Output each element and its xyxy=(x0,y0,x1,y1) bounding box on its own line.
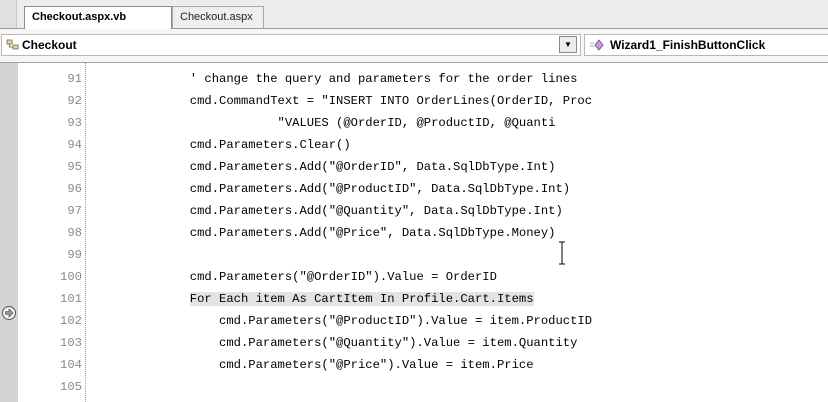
class-selector[interactable]: Checkout xyxy=(1,34,581,56)
line-number: 102 xyxy=(60,314,82,328)
code-text-content: cmd.Parameters("@ProductID").Value = ite… xyxy=(102,314,593,328)
class-name: Checkout xyxy=(22,38,77,52)
method-selector[interactable]: Wizard1_FinishButtonClick xyxy=(584,34,828,56)
code-text: cmd.Parameters.Add("@OrderID", Data.SqlD… xyxy=(102,156,556,178)
line-number: 97 xyxy=(67,204,82,218)
code-text: cmd.Parameters.Clear() xyxy=(102,134,351,156)
code-text-content: cmd.CommandText = "INSERT INTO OrderLine… xyxy=(102,94,593,108)
code-text: cmd.Parameters("@ProductID").Value = ite… xyxy=(102,310,592,332)
code-text-content: cmd.Parameters.Add("@Price", Data.SqlDbT… xyxy=(102,226,556,240)
line-number: 96 xyxy=(67,182,82,196)
code-editor[interactable]: 91 ' change the query and parameters for… xyxy=(0,63,828,402)
code-line[interactable]: 97 cmd.Parameters.Add("@Quantity", Data.… xyxy=(0,200,828,222)
code-text: cmd.Parameters.Add("@Quantity", Data.Sql… xyxy=(102,200,563,222)
line-number: 100 xyxy=(60,270,82,284)
code-line[interactable]: 102 cmd.Parameters("@ProductID").Value =… xyxy=(0,310,828,332)
code-line[interactable]: 98 cmd.Parameters.Add("@Price", Data.Sql… xyxy=(0,222,828,244)
code-text-content: "VALUES (@OrderID, @ProductID, @Quanti xyxy=(102,116,556,130)
code-text-content: cmd.Parameters.Add("@Quantity", Data.Sql… xyxy=(102,204,563,218)
line-number: 98 xyxy=(67,226,82,240)
code-text-content: cmd.Parameters("@Quantity").Value = item… xyxy=(102,336,578,350)
text-cursor-icon xyxy=(557,241,567,265)
code-text: cmd.Parameters.Add("@ProductID", Data.Sq… xyxy=(102,178,570,200)
line-number: 91 xyxy=(67,72,82,86)
code-line[interactable]: 93 "VALUES (@OrderID, @ProductID, @Quant… xyxy=(0,112,828,134)
line-number: 103 xyxy=(60,336,82,350)
line-number: 104 xyxy=(60,358,82,372)
code-line[interactable]: 99 xyxy=(0,244,828,266)
code-text-content: cmd.Parameters.Add("@ProductID", Data.Sq… xyxy=(102,182,571,196)
code-text: For Each item As CartItem In Profile.Car… xyxy=(102,288,534,310)
line-number: 92 xyxy=(67,94,82,108)
code-text-content: cmd.Parameters.Clear() xyxy=(102,138,351,152)
tab-checkout-aspx[interactable]: Checkout.aspx xyxy=(172,6,264,28)
code-text: cmd.Parameters("@Quantity").Value = item… xyxy=(102,332,577,354)
code-text: ' change the query and parameters for th… xyxy=(102,68,578,90)
line-number: 93 xyxy=(67,116,82,130)
code-text-content: For Each item As CartItem In Profile.Car… xyxy=(102,292,534,306)
code-line[interactable]: 103 cmd.Parameters("@Quantity").Value = … xyxy=(0,332,828,354)
method-name: Wizard1_FinishButtonClick xyxy=(610,38,766,52)
highlighted-statement: For Each item As CartItem In Profile.Car… xyxy=(189,292,534,306)
tab-checkout-aspx-vb[interactable]: Checkout.aspx.vb xyxy=(24,6,172,29)
line-number: 95 xyxy=(67,160,82,174)
code-line[interactable]: 91 ' change the query and parameters for… xyxy=(0,68,828,90)
code-line[interactable]: 100 cmd.Parameters("@OrderID").Value = O… xyxy=(0,266,828,288)
code-text-content: ' change the query and parameters for th… xyxy=(102,72,578,86)
code-line[interactable]: 96 cmd.Parameters.Add("@ProductID", Data… xyxy=(0,178,828,200)
code-text: cmd.Parameters("@OrderID").Value = Order… xyxy=(102,266,497,288)
code-line[interactable]: 101 For Each item As CartItem In Profile… xyxy=(0,288,828,310)
code-text: cmd.Parameters("@Price").Value = item.Pr… xyxy=(102,354,534,376)
line-number: 99 xyxy=(67,248,82,262)
code-text-content: cmd.Parameters("@Price").Value = item.Pr… xyxy=(102,358,534,372)
line-number: 101 xyxy=(60,292,82,306)
code-line[interactable]: 95 cmd.Parameters.Add("@OrderID", Data.S… xyxy=(0,156,828,178)
line-number: 94 xyxy=(67,138,82,152)
code-text: cmd.Parameters.Add("@Price", Data.SqlDbT… xyxy=(102,222,556,244)
document-tab-strip: Checkout.aspx.vb Checkout.aspx xyxy=(0,0,828,29)
code-line[interactable]: 104 cmd.Parameters("@Price").Value = ite… xyxy=(0,354,828,376)
code-text-content: cmd.Parameters("@OrderID").Value = Order… xyxy=(102,270,497,284)
method-icon xyxy=(589,38,605,52)
code-line[interactable]: 105 xyxy=(0,376,828,398)
chevron-down-icon[interactable]: ▼ xyxy=(559,36,577,53)
code-text: cmd.CommandText = "INSERT INTO OrderLine… xyxy=(102,90,592,112)
code-line[interactable]: 92 cmd.CommandText = "INSERT INTO OrderL… xyxy=(0,90,828,112)
class-icon xyxy=(6,38,20,52)
code-text: "VALUES (@OrderID, @ProductID, @Quanti xyxy=(102,112,556,134)
code-text-content: cmd.Parameters.Add("@OrderID", Data.SqlD… xyxy=(102,160,556,174)
line-number: 105 xyxy=(60,380,82,394)
code-line[interactable]: 94 cmd.Parameters.Clear() xyxy=(0,134,828,156)
code-navigation-bar: Checkout ▼ Wizard1_FinishButtonClick xyxy=(0,29,828,63)
